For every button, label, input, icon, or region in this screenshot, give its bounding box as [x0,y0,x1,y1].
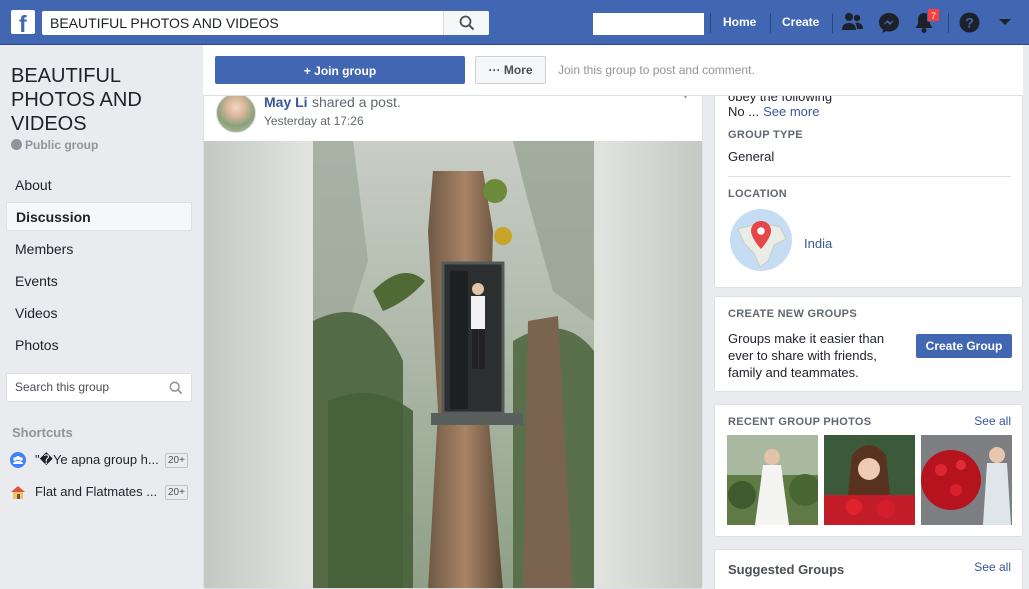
shortcut-count-badge: 20+ [165,485,188,500]
post-timestamp[interactable]: Yesterday at 17:26 [264,114,364,128]
nav-divider [832,13,833,33]
create-group-button[interactable]: Create Group [916,334,1012,358]
recent-photos-title: RECENT GROUP PHOTOS [728,416,872,428]
facebook-logo-letter: f [19,11,27,37]
shortcut-label[interactable]: "�Ye apna group h... [35,452,163,468]
sidebar-item-discussion[interactable]: Discussion [6,202,192,231]
shortcut-label[interactable]: Flat and Flatmates ... [35,484,163,499]
shortcut-item[interactable]: Flat and Flatmates ... 20+ [10,482,190,502]
group-type-label: GROUP TYPE [728,129,803,141]
svg-text:?: ? [965,15,974,31]
group-title[interactable]: BEAUTIFUL PHOTOS AND VIDEOS [11,64,191,136]
group-rules-line: No ... See more [728,104,819,119]
suggested-groups-title: Suggested Groups [728,562,845,577]
location-label: LOCATION [728,188,788,200]
more-button[interactable]: ··· More [475,56,546,84]
nav-create-link[interactable]: Create [782,15,819,29]
search-button[interactable] [443,11,489,35]
section-divider [728,176,1011,177]
left-sidebar: BEAUTIFUL PHOTOS AND VIDEOS Public group… [0,45,203,589]
location-map[interactable] [730,209,792,271]
location-link[interactable]: India [804,236,832,251]
sidebar-item-events[interactable]: Events [6,267,192,296]
join-hint-text: Join this group to post and comment. [558,63,755,77]
search-input[interactable]: BEAUTIFUL PHOTOS AND VIDEOS [50,15,279,31]
sidebar-item-photos[interactable]: Photos [6,331,192,360]
search-icon [459,15,475,31]
see-more-link[interactable]: See more [763,104,819,119]
sidebar-item-members[interactable]: Members [6,235,192,264]
post-photo[interactable] [313,141,594,589]
facebook-logo[interactable]: f [11,10,35,37]
post-media[interactable] [204,141,702,589]
create-groups-description: Groups make it easier than ever to share… [728,331,885,380]
recent-photo-thumbnail[interactable] [727,435,818,525]
see-all-suggested-link[interactable]: See all [974,560,1011,574]
search-icon[interactable] [169,381,183,395]
globe-icon [11,139,22,150]
join-group-button[interactable]: + Join group [215,56,465,84]
profile-link[interactable] [593,13,704,35]
group-about-card: obey the following No ... See more GROUP … [714,88,1023,288]
house-icon [11,486,25,499]
messenger-icon[interactable] [878,12,900,34]
nav-divider [770,13,771,33]
create-groups-card: CREATE NEW GROUPS Groups make it easier … [714,296,1023,392]
privacy-label: Public group [25,138,99,152]
feed-post: May Li shared a post. Yesterday at 17:26… [203,88,703,589]
suggested-groups-card: Suggested Groups See all [714,549,1023,589]
friends-icon[interactable] [842,12,864,32]
account-menu-icon[interactable] [998,18,1012,27]
recent-photos-card: RECENT GROUP PHOTOS See all [714,404,1023,537]
shortcuts-heading: Shortcuts [12,425,73,440]
global-search-bar[interactable]: BEAUTIFUL PHOTOS AND VIDEOS [42,11,489,35]
author-avatar[interactable] [216,93,256,133]
notification-badge: 7 [927,8,940,22]
post-action-text: shared a post. [312,94,401,110]
top-navigation-bar: f BEAUTIFUL PHOTOS AND VIDEOS Home Creat… [0,0,1029,45]
group-search-input[interactable] [15,380,155,394]
group-action-bar: + Join group ··· More Join this group to… [203,45,1023,96]
sidebar-item-videos[interactable]: Videos [6,299,192,328]
group-privacy: Public group [11,138,98,152]
create-groups-title: CREATE NEW GROUPS [728,308,857,320]
shortcut-count-badge: 20+ [165,453,188,468]
shortcut-item[interactable]: "�Ye apna group h... 20+ [10,450,190,470]
group-type-value: General [728,149,775,164]
recent-photo-thumbnail[interactable] [921,435,1012,525]
group-icon [10,452,26,468]
help-icon[interactable]: ? [959,12,980,33]
rules-excerpt: No ... [728,104,760,119]
nav-divider [948,13,949,33]
sidebar-item-about[interactable]: About [6,171,192,200]
nav-home-link[interactable]: Home [723,15,756,29]
post-author-link[interactable]: May Li [264,94,308,110]
map-thumbnail [737,221,787,268]
group-search-box[interactable] [6,373,192,402]
see-all-photos-link[interactable]: See all [974,414,1011,428]
recent-photo-thumbnail[interactable] [824,435,915,525]
nav-divider [710,13,711,33]
